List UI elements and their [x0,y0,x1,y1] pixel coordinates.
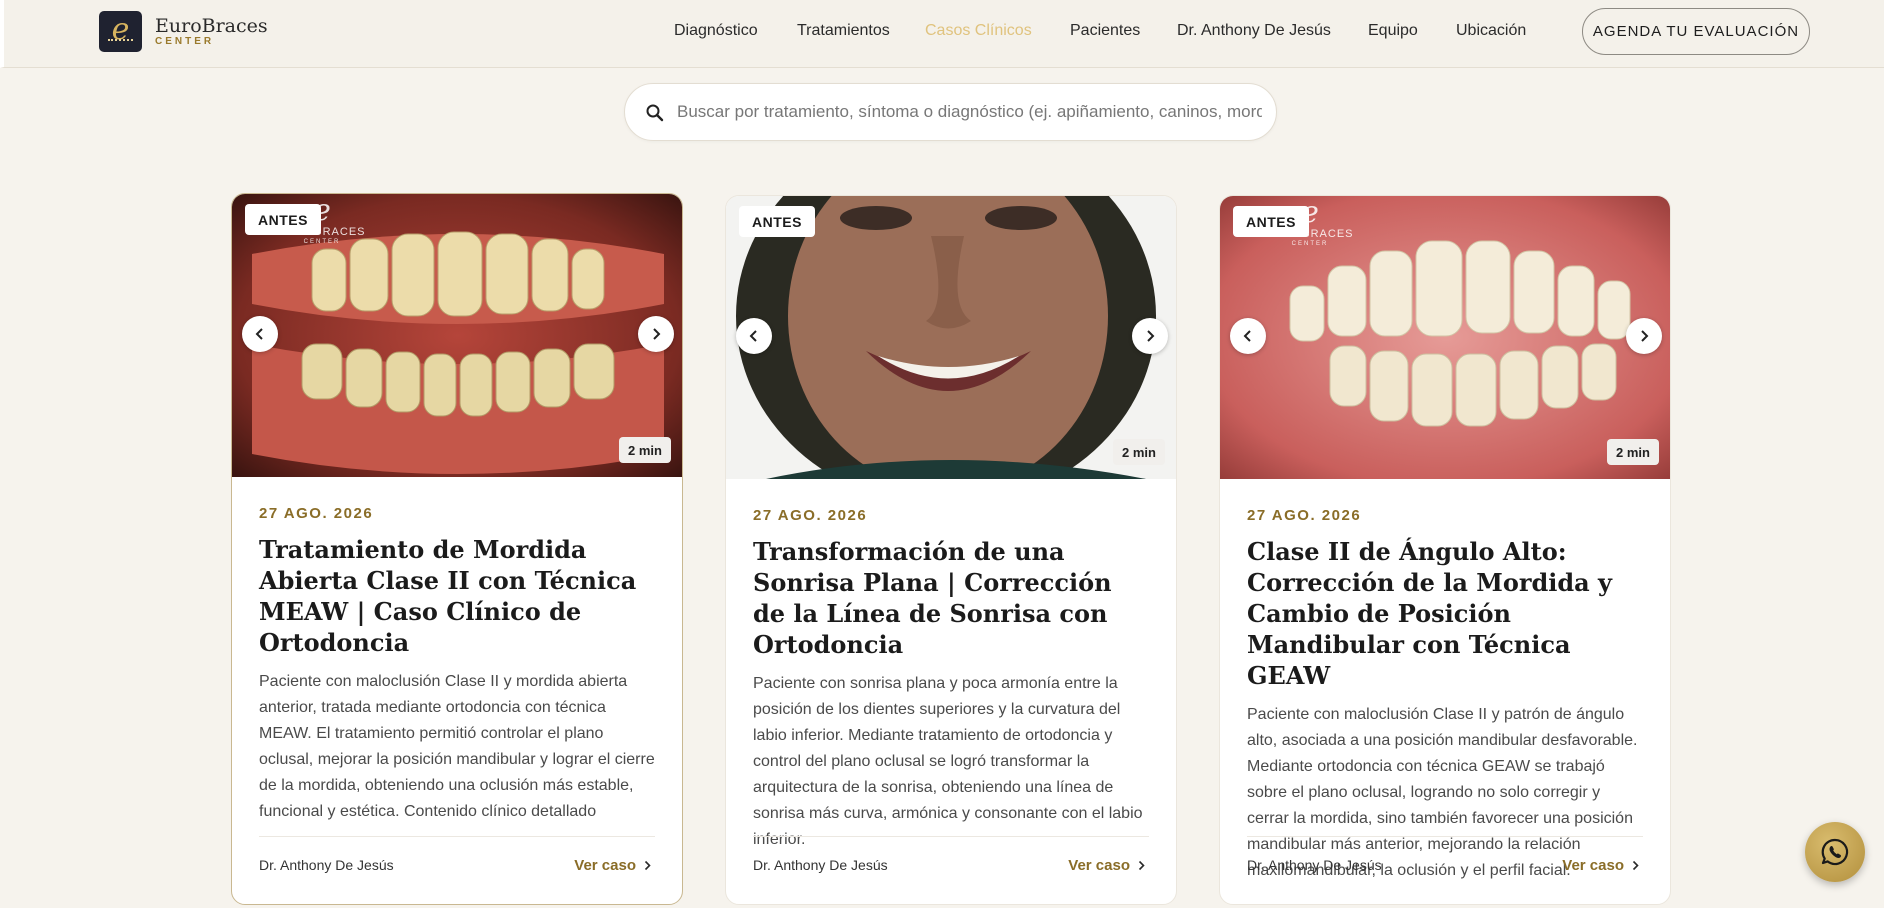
read-time-badge: 2 min [1607,439,1659,465]
case-date: 27 AGO. 2026 [259,505,374,522]
carousel-prev-button[interactable] [1230,318,1266,354]
read-time-badge: 2 min [619,437,671,463]
case-image: e EUROBRACES CENTER ANTES 2 min [232,194,682,477]
brand-name: EuroBraces [155,14,268,37]
chevron-left-icon [1243,330,1251,342]
card-footer: Dr. Anthony De Jesús Ver caso [753,836,1149,904]
nav-item-ubicacion[interactable]: Ubicación [1456,22,1526,40]
case-title[interactable]: Tratamiento de Mordida Abierta Clase II … [259,534,655,658]
case-author: Dr. Anthony De Jesús [753,857,888,873]
case-card[interactable]: e EUROBRACES CENTER ANTES 2 min 27 AGO. … [1219,195,1671,905]
case-title[interactable]: Clase II de Ángulo Alto: Corrección de l… [1247,536,1643,691]
nav-item-doctor[interactable]: Dr. Anthony De Jesús [1177,22,1331,40]
card-footer: Dr. Anthony De Jesús Ver caso [1247,836,1643,904]
nav-item-equipo[interactable]: Equipo [1368,22,1418,40]
chevron-right-icon [1147,330,1155,342]
carousel-prev-button[interactable] [736,318,772,354]
chevron-left-icon [255,328,263,340]
search-input[interactable] [677,94,1262,130]
whatsapp-icon [1821,838,1849,866]
case-card[interactable]: ANTES 2 min 27 AGO. 2026 Transformación … [725,195,1177,905]
before-badge: ANTES [245,204,321,235]
search-icon [646,104,664,122]
carousel-next-button[interactable] [1132,318,1168,354]
chevron-right-icon [653,328,661,340]
before-badge: ANTES [739,206,815,237]
chevron-right-icon [1138,860,1145,871]
view-case-link[interactable]: Ver caso [1068,857,1145,874]
before-badge: ANTES [1233,206,1309,237]
nav-item-pacientes[interactable]: Pacientes [1070,22,1140,40]
chevron-right-icon [644,860,651,871]
view-case-link[interactable]: Ver caso [1562,857,1639,874]
nav-item-diagnostico[interactable]: Diagnóstico [674,22,758,40]
carousel-next-button[interactable] [1626,318,1662,354]
book-evaluation-button[interactable]: AGENDA TU EVALUACIÓN [1582,8,1810,55]
chevron-right-icon [1641,330,1649,342]
card-footer: Dr. Anthony De Jesús Ver caso [259,836,655,904]
search-bar [624,83,1277,141]
case-excerpt: Paciente con sonrisa plana y poca armoní… [753,675,1143,848]
case-date: 27 AGO. 2026 [753,507,868,524]
logo-mark-icon: e [99,11,142,52]
site-header: e EuroBraces CENTER Diagnóstico Tratamie… [0,0,1884,68]
carousel-next-button[interactable] [638,316,674,352]
nav-item-tratamientos[interactable]: Tratamientos [797,22,890,40]
case-author: Dr. Anthony De Jesús [1247,857,1382,873]
case-image: ANTES 2 min [726,196,1176,479]
smile-photo [726,196,1176,479]
chevron-left-icon [749,330,757,342]
case-title[interactable]: Transformación de una Sonrisa Plana | Co… [753,536,1149,660]
brand-logo[interactable]: e EuroBraces CENTER [99,11,268,52]
whatsapp-chat-button[interactable] [1805,822,1865,882]
case-author: Dr. Anthony De Jesús [259,857,394,873]
brand-sub: CENTER [155,35,215,47]
case-excerpt: Paciente con maloclusión Clase II y mord… [259,673,655,820]
case-card[interactable]: e EUROBRACES CENTER ANTES 2 min 27 AGO. … [231,193,683,905]
nav-item-casos-clinicos[interactable]: Casos Clínicos [925,22,1032,40]
carousel-prev-button[interactable] [242,316,278,352]
view-case-link[interactable]: Ver caso [574,857,651,874]
case-image: e EUROBRACES CENTER ANTES 2 min [1220,196,1670,479]
read-time-badge: 2 min [1113,439,1165,465]
case-date: 27 AGO. 2026 [1247,507,1362,524]
chevron-right-icon [1632,860,1639,871]
